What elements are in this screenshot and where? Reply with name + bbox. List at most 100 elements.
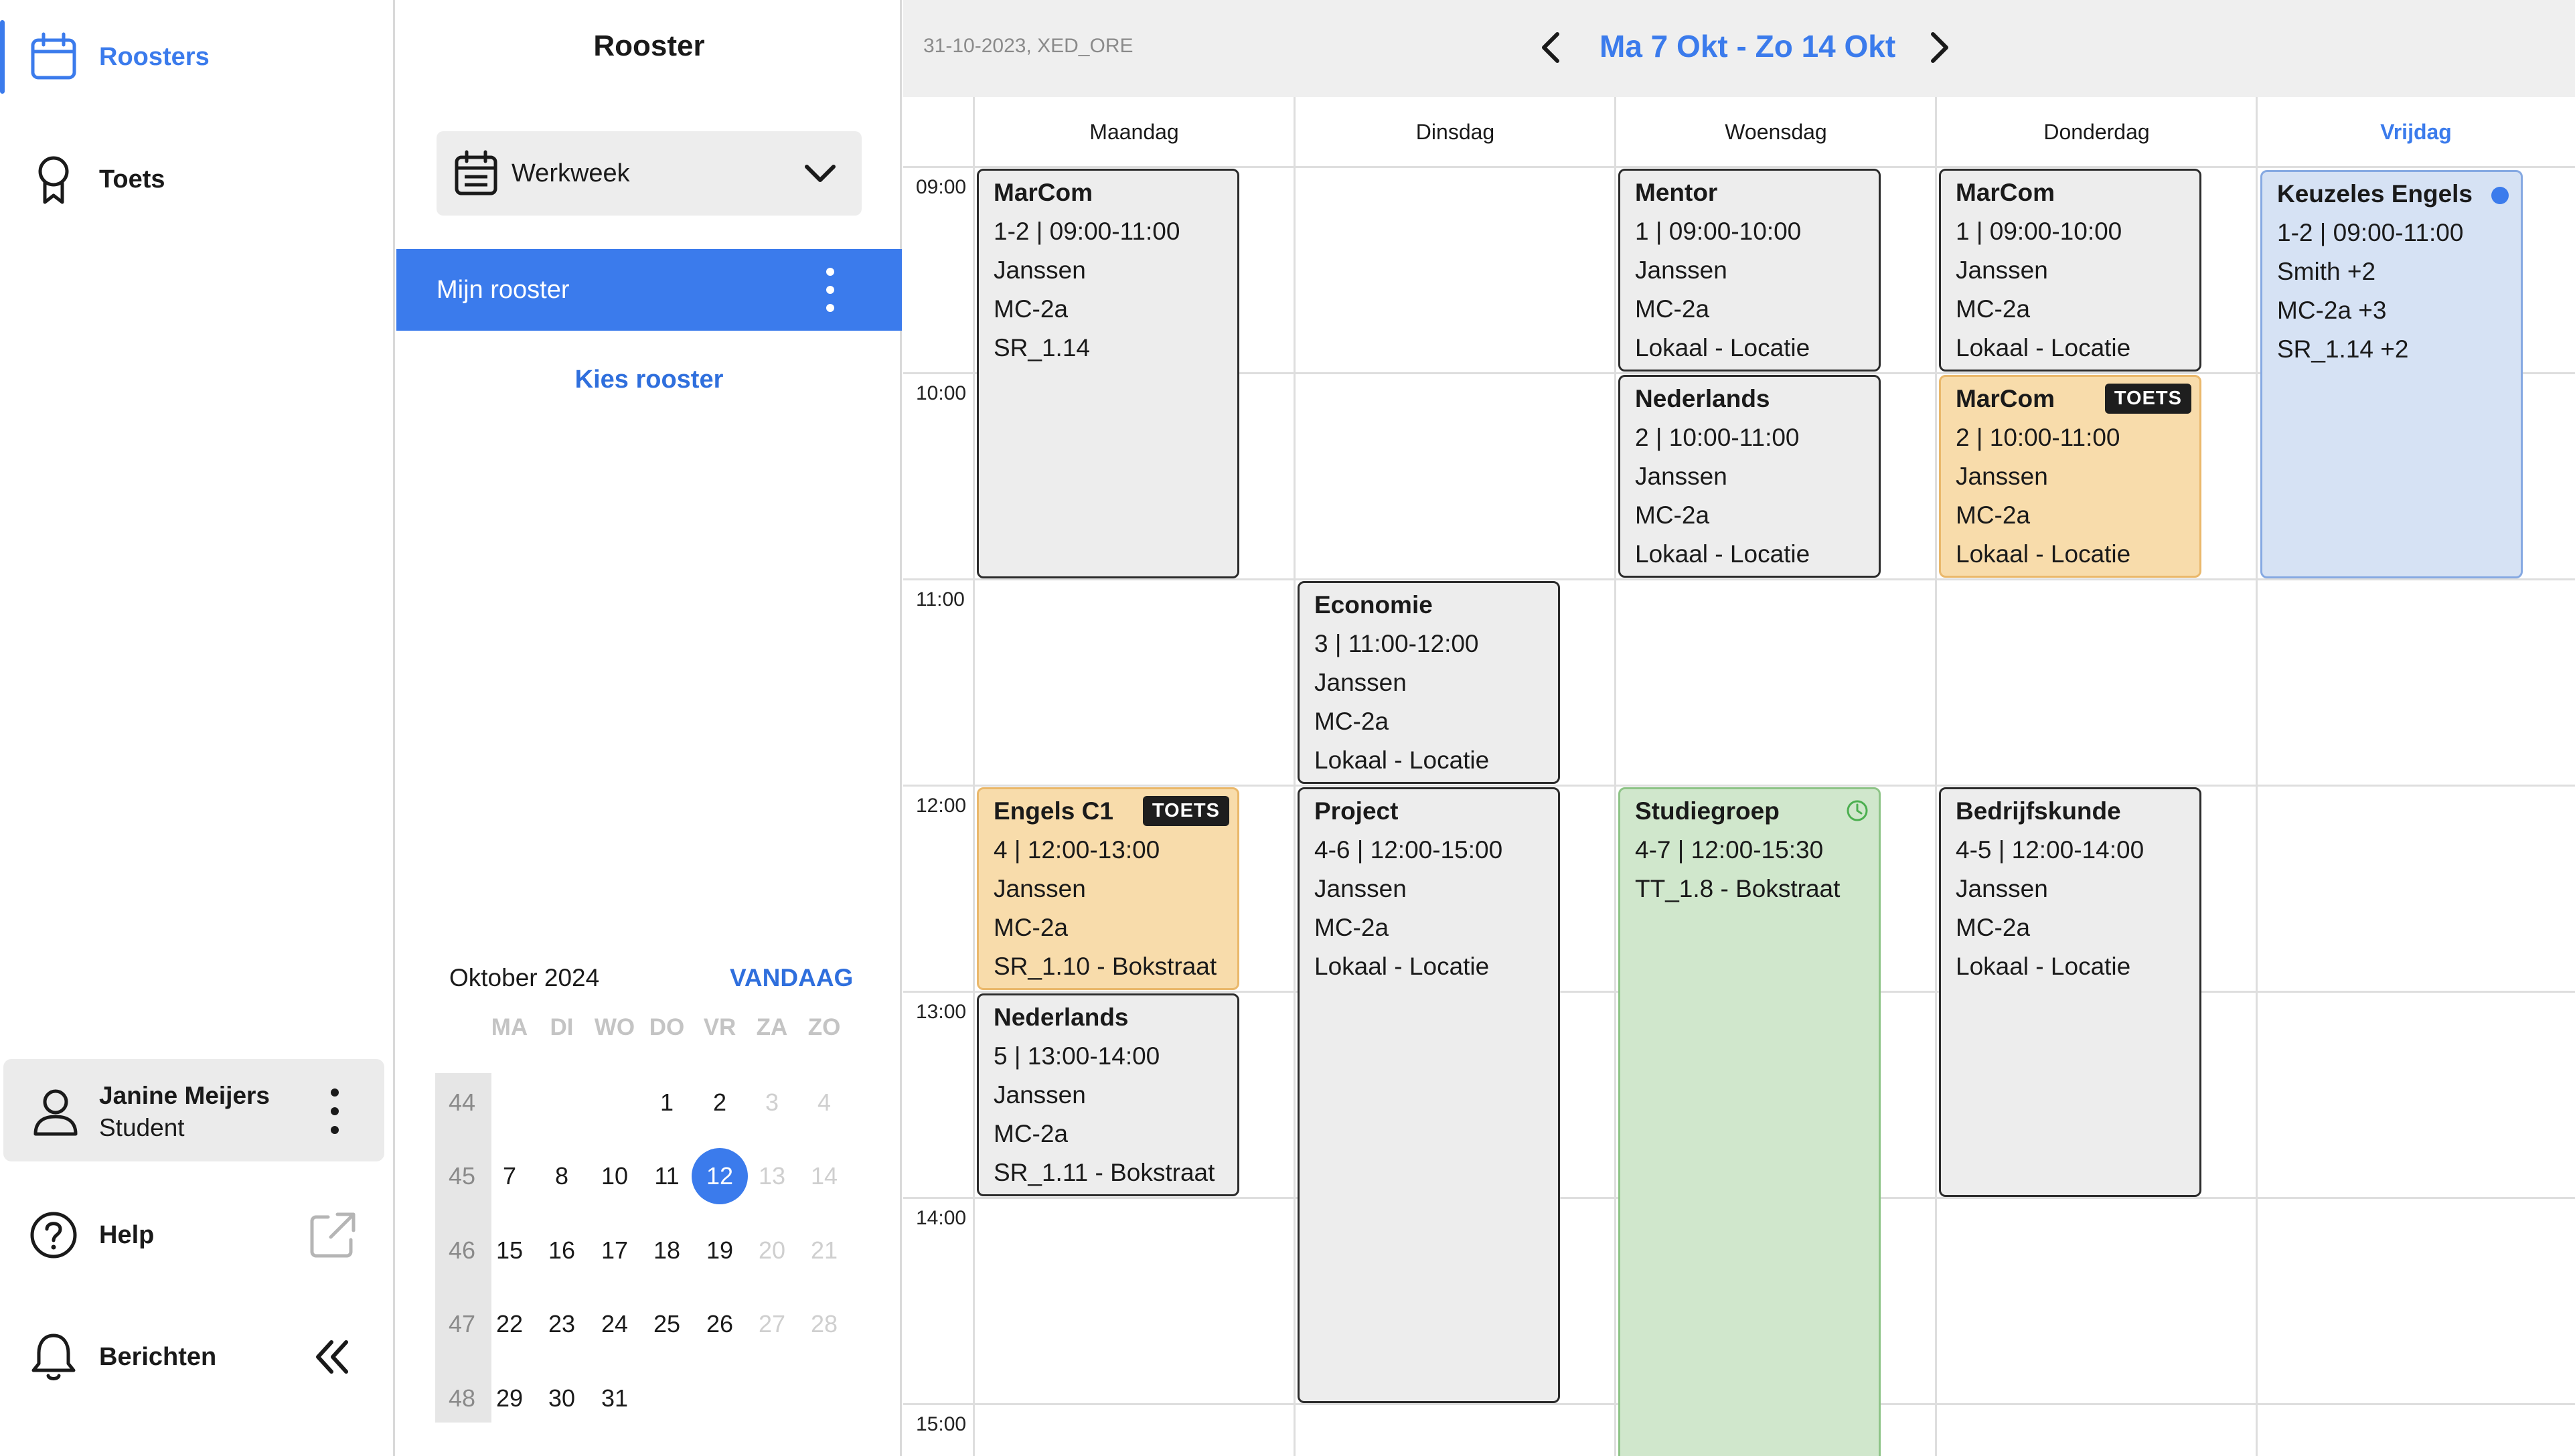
- event-card[interactable]: MarCom 1 | 09:00-10:00 Janssen MC-2a Lok…: [1939, 169, 2201, 372]
- view-select[interactable]: Werkweek: [437, 131, 862, 216]
- chevron-right-icon[interactable]: [1914, 24, 1961, 71]
- calendar-day[interactable]: 16: [536, 1230, 588, 1271]
- event-title: Engels C1: [994, 797, 1113, 825]
- calendar-day[interactable]: 28: [798, 1304, 850, 1344]
- event-card[interactable]: Project 4-6 | 12:00-15:00 Janssen MC-2a …: [1298, 787, 1560, 1403]
- calendar-day[interactable]: 7: [483, 1156, 536, 1196]
- event-class: MC-2a: [994, 914, 1069, 941]
- main-navigation: Roosters Toets Janine Meijers Student He…: [0, 0, 395, 1456]
- more-vertical-icon[interactable]: [318, 1086, 352, 1137]
- my-schedule-item[interactable]: Mijn rooster: [396, 249, 902, 331]
- calendar-day[interactable]: 23: [536, 1304, 588, 1344]
- event-card[interactable]: Economie 3 | 11:00-12:00 Janssen MC-2a L…: [1298, 581, 1560, 784]
- event-card[interactable]: Nederlands 2 | 10:00-11:00 Janssen MC-2a…: [1618, 375, 1881, 578]
- calendar-day[interactable]: 4: [798, 1082, 850, 1123]
- calendar-day[interactable]: 18: [641, 1230, 693, 1271]
- selected-day[interactable]: 12: [694, 1156, 746, 1196]
- event-title: Mentor: [1635, 179, 1718, 206]
- weekday-label: ZA: [756, 1014, 788, 1040]
- event-title: Studiegroep: [1635, 797, 1780, 825]
- collapse-icon[interactable]: [311, 1337, 352, 1377]
- user-profile[interactable]: Janine Meijers Student: [3, 1059, 384, 1161]
- date-info: 31-10-2023, XED_ORE: [923, 35, 1134, 57]
- calendar-day[interactable]: 22: [483, 1304, 536, 1344]
- event-class: MC-2a: [1314, 914, 1389, 941]
- event-time: 1 | 09:00-10:00: [1956, 218, 2122, 245]
- event-time: 5 | 13:00-14:00: [994, 1042, 1160, 1070]
- more-vertical-icon[interactable]: [817, 265, 844, 315]
- time-label: 09:00: [916, 176, 967, 198]
- event-teacher: Janssen: [1314, 669, 1407, 696]
- award-icon: [38, 156, 69, 204]
- nav-item-toets[interactable]: Toets: [0, 129, 394, 230]
- calendar-icon: [31, 32, 76, 80]
- event-location: SR_1.14 +2: [2277, 335, 2409, 363]
- nav-label-roosters: Roosters: [99, 42, 210, 71]
- calendar-day[interactable]: 27: [746, 1304, 798, 1344]
- event-time: 1-2 | 09:00-11:00: [2277, 219, 2464, 246]
- calendar-day[interactable]: 29: [483, 1378, 536, 1419]
- bell-icon: [31, 1333, 76, 1380]
- calendar-day[interactable]: 1: [641, 1082, 693, 1123]
- calendar-day[interactable]: 17: [589, 1230, 641, 1271]
- unread-dot: [2491, 187, 2509, 204]
- event-location: SR_1.14: [994, 334, 1090, 361]
- event-title: Keuzeles Engels: [2277, 180, 2473, 208]
- event-class: MC-2a +3: [2277, 297, 2387, 324]
- calendar-day[interactable]: 25: [641, 1304, 693, 1344]
- calendar-day[interactable]: 2: [694, 1082, 746, 1123]
- event-teacher: Janssen: [1314, 875, 1407, 902]
- event-location: Lokaal - Locatie: [1956, 334, 2131, 361]
- time-label: 11:00: [916, 588, 965, 611]
- nav-item-berichten[interactable]: Berichten: [0, 1307, 394, 1407]
- event-title: MarCom: [1956, 179, 2055, 206]
- grid-line: [903, 785, 2575, 787]
- weekday-label: VR: [703, 1014, 736, 1040]
- event-card[interactable]: Nederlands 5 | 13:00-14:00 Janssen MC-2a…: [977, 993, 1239, 1196]
- grid-line: [1614, 97, 1616, 1456]
- event-teacher: Janssen: [994, 1081, 1086, 1109]
- event-card[interactable]: Bedrijfskunde 4-5 | 12:00-14:00 Janssen …: [1939, 787, 2201, 1197]
- calendar-day[interactable]: 19: [694, 1230, 746, 1271]
- event-time: 4-5 | 12:00-14:00: [1956, 836, 2144, 864]
- calendar-day[interactable]: 21: [798, 1230, 850, 1271]
- event-teacher: Janssen: [1635, 256, 1727, 284]
- chevron-left-icon[interactable]: [1529, 24, 1576, 71]
- event-card[interactable]: Studiegroep 4-7 | 12:00-15:30 TT_1.8 - B…: [1618, 787, 1881, 1456]
- view-select-value: Werkweek: [512, 159, 630, 187]
- calendar-day[interactable]: 14: [798, 1156, 850, 1196]
- grid-line: [903, 166, 2575, 168]
- calendar-day[interactable]: 31: [589, 1378, 641, 1419]
- event-class: MC-2a: [994, 295, 1069, 323]
- external-link-icon[interactable]: [308, 1210, 358, 1260]
- event-card[interactable]: Engels C1 TOETS 4 | 12:00-13:00 Janssen …: [977, 787, 1239, 990]
- calendar-day[interactable]: 24: [589, 1304, 641, 1344]
- my-schedule-label: Mijn rooster: [437, 276, 570, 304]
- event-location: SR_1.10 - Bokstraat: [994, 953, 1217, 980]
- event-card[interactable]: Mentor 1 | 09:00-10:00 Janssen MC-2a Lok…: [1618, 169, 1881, 372]
- nav-label-help: Help: [99, 1220, 155, 1249]
- day-header-friday: Vrijdag: [2380, 120, 2452, 144]
- day-header-wednesday: Woensdag: [1725, 120, 1827, 144]
- calendar-day[interactable]: 26: [694, 1304, 746, 1344]
- calendar-day[interactable]: 20: [746, 1230, 798, 1271]
- event-card[interactable]: MarCom TOETS 2 | 10:00-11:00 Janssen MC-…: [1939, 375, 2201, 578]
- time-label: 14:00: [916, 1207, 967, 1229]
- calendar-day[interactable]: 11: [641, 1156, 693, 1196]
- event-location: TT_1.8 - Bokstraat: [1635, 875, 1841, 902]
- calendar-day[interactable]: 30: [536, 1378, 588, 1419]
- weekday-label: WO: [594, 1014, 635, 1040]
- event-card[interactable]: MarCom 1-2 | 09:00-11:00 Janssen MC-2a S…: [977, 169, 1239, 578]
- today-button[interactable]: VANDAAG: [730, 964, 853, 992]
- week-number: 44: [448, 1088, 476, 1116]
- calendar-day[interactable]: 13: [746, 1156, 798, 1196]
- nav-item-help[interactable]: Help: [0, 1185, 394, 1285]
- calendar-day[interactable]: 3: [746, 1082, 798, 1123]
- nav-item-roosters[interactable]: Roosters: [0, 7, 394, 107]
- help-icon: [30, 1212, 77, 1259]
- choose-schedule-link[interactable]: Kies rooster: [396, 366, 902, 394]
- calendar-day[interactable]: 10: [589, 1156, 641, 1196]
- event-card[interactable]: Keuzeles Engels 1-2 | 09:00-11:00 Smith …: [2260, 170, 2523, 578]
- calendar-day[interactable]: 8: [536, 1156, 588, 1196]
- calendar-day[interactable]: 15: [483, 1230, 536, 1271]
